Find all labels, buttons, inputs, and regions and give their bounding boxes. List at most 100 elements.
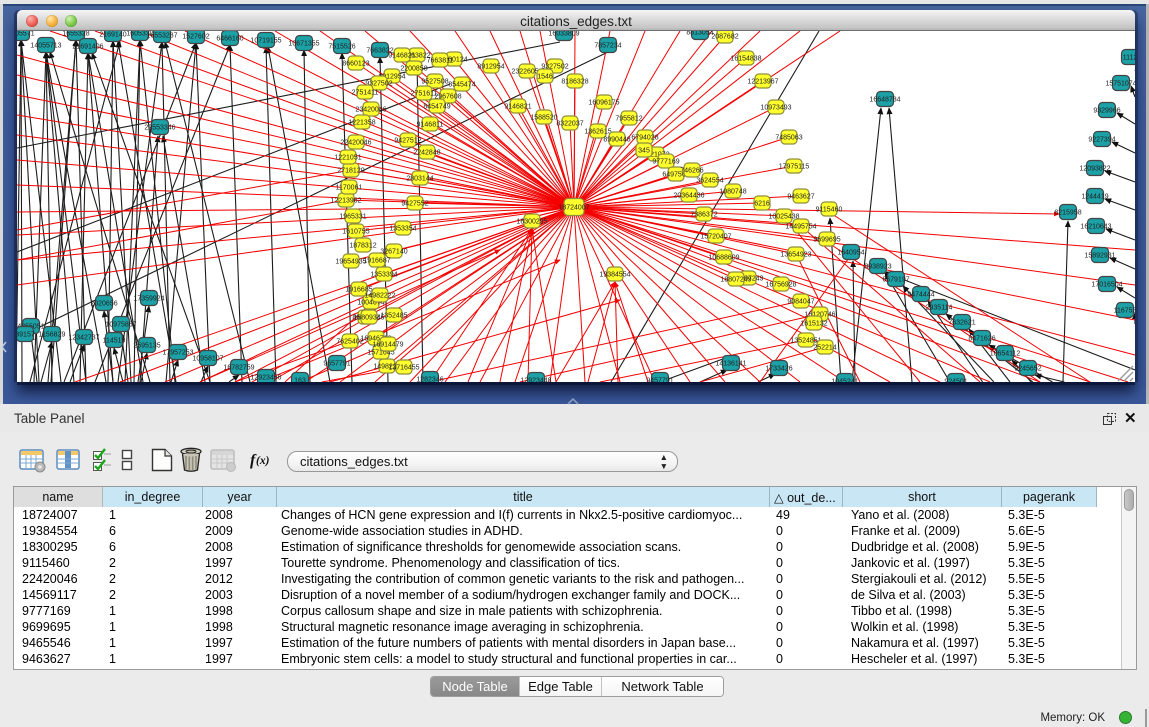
svg-text:1916687: 1916687 xyxy=(363,257,390,264)
svg-text:12342737: 12342737 xyxy=(68,334,99,341)
svg-text:29553346: 29553346 xyxy=(144,124,175,131)
svg-text:2169140: 2169140 xyxy=(99,31,126,38)
svg-text:39157: 39157 xyxy=(17,331,35,338)
svg-text:7632621: 7632621 xyxy=(948,319,975,326)
svg-text:1610755: 1610755 xyxy=(342,228,369,235)
svg-text:15751074: 15751074 xyxy=(1105,80,1135,87)
svg-text:15720407: 15720407 xyxy=(700,233,731,240)
svg-text:10688609: 10688609 xyxy=(708,254,739,261)
svg-text:2595135: 2595135 xyxy=(133,342,160,349)
svg-text:1640954: 1640954 xyxy=(837,249,864,256)
svg-text:345: 345 xyxy=(638,147,650,154)
svg-text:7663811: 7663811 xyxy=(427,57,454,64)
svg-text:2020656: 2020656 xyxy=(90,300,117,307)
svg-text:9146821: 9146821 xyxy=(504,103,531,110)
svg-text:2935114: 2935114 xyxy=(926,304,953,311)
svg-text:12923448: 12923448 xyxy=(520,377,551,382)
svg-text:1546: 1546 xyxy=(537,73,553,80)
svg-text:10975867: 10975867 xyxy=(105,321,136,328)
svg-text:8545474: 8545474 xyxy=(448,81,475,88)
svg-text:1282346: 1282346 xyxy=(416,376,443,382)
svg-text:15892931: 15892931 xyxy=(1084,252,1115,259)
svg-text:2718120: 2718120 xyxy=(337,167,364,174)
svg-text:9245652: 9245652 xyxy=(1014,365,1041,372)
svg-text:13654923: 13654923 xyxy=(780,251,811,258)
svg-text:16809345: 16809345 xyxy=(353,314,384,321)
svg-text:21691406: 21691406 xyxy=(72,43,103,50)
svg-text:2751611: 2751611 xyxy=(411,90,438,97)
svg-text:9146811: 9146811 xyxy=(417,121,444,128)
svg-text:8471626: 8471626 xyxy=(968,335,995,342)
svg-text:10958107: 10958107 xyxy=(192,355,223,362)
svg-text:18724007: 18724007 xyxy=(558,204,589,211)
svg-text:20364436: 20364436 xyxy=(673,192,704,199)
svg-text:16782759: 16782759 xyxy=(223,364,254,371)
svg-text:116753: 116753 xyxy=(1114,307,1135,314)
svg-text:9457791: 9457791 xyxy=(646,377,673,382)
svg-text:1112: 1112 xyxy=(1123,54,1135,61)
svg-text:14495754: 14495754 xyxy=(785,223,816,230)
svg-text:9146821: 9146821 xyxy=(388,52,415,59)
svg-text:1733426: 1733426 xyxy=(765,365,792,372)
svg-text:12213967: 12213967 xyxy=(747,78,778,85)
svg-text:12213962: 12213962 xyxy=(330,197,361,204)
svg-text:17359924: 17359924 xyxy=(133,295,164,302)
svg-text:16096175: 16096175 xyxy=(588,99,619,106)
svg-text:8215958: 8215958 xyxy=(1054,209,1081,216)
svg-text:1156829: 1156829 xyxy=(39,331,66,338)
svg-text:16914479: 16914479 xyxy=(372,341,403,348)
svg-text:17975115: 17975115 xyxy=(779,163,810,170)
svg-text:16756928: 16756928 xyxy=(765,281,796,288)
svg-text:7515526: 7515526 xyxy=(328,43,355,50)
svg-text:8990448: 8990448 xyxy=(603,136,630,143)
svg-text:9463627: 9463627 xyxy=(787,193,814,200)
svg-text:1221051: 1221051 xyxy=(334,154,361,161)
svg-text:13716455: 13716455 xyxy=(388,364,419,371)
svg-text:8454749: 8454749 xyxy=(423,103,450,110)
svg-text:17957253: 17957253 xyxy=(162,349,193,356)
svg-text:16154838: 16154838 xyxy=(730,55,761,62)
svg-text:17016504: 17016504 xyxy=(1091,281,1122,288)
svg-text:19654935: 19654935 xyxy=(335,258,366,265)
svg-text:9427512: 9427512 xyxy=(394,137,421,144)
svg-text:18807249: 18807249 xyxy=(720,276,751,283)
svg-text:8660123: 8660123 xyxy=(342,60,369,67)
svg-text:6466160: 6466160 xyxy=(216,35,243,42)
svg-text:1615132: 1615132 xyxy=(800,320,827,327)
svg-text:6679197: 6679197 xyxy=(882,276,909,283)
svg-text:16648784: 16648784 xyxy=(869,96,900,103)
svg-text:10654112: 10654112 xyxy=(990,350,1021,357)
svg-text:1362615: 1362615 xyxy=(584,128,611,135)
svg-text:12093822: 12093822 xyxy=(1079,165,1110,172)
svg-text:1405571: 1405571 xyxy=(17,31,35,37)
svg-text:1244419: 1244419 xyxy=(1081,193,1108,200)
svg-text:1527602: 1527602 xyxy=(182,33,209,40)
svg-text:1965331: 1965331 xyxy=(339,213,366,220)
svg-text:1588520: 1588520 xyxy=(530,114,557,121)
svg-text:14982222: 14982222 xyxy=(364,292,395,299)
svg-text:22420046: 22420046 xyxy=(340,139,371,146)
svg-text:7485063: 7485063 xyxy=(775,134,802,141)
svg-text:1353394: 1353394 xyxy=(370,271,397,278)
svg-text:18300295: 18300295 xyxy=(516,218,547,225)
svg-text:9227394: 9227394 xyxy=(1088,136,1115,143)
svg-text:1655328: 1655328 xyxy=(62,31,89,37)
svg-text:9427552: 9427552 xyxy=(401,200,428,207)
svg-text:2200858: 2200858 xyxy=(400,65,427,72)
svg-text:3624554: 3624554 xyxy=(696,177,723,184)
svg-text:2751411: 2751411 xyxy=(352,89,379,96)
svg-text:9699695: 9699695 xyxy=(813,236,840,243)
svg-text:2803144: 2803144 xyxy=(406,175,433,182)
svg-text:10973493: 10973493 xyxy=(760,104,791,111)
svg-text:9115460: 9115460 xyxy=(816,206,843,213)
svg-text:7955812: 7955812 xyxy=(615,115,642,122)
svg-text:9777169: 9777169 xyxy=(652,158,679,165)
svg-text:1080748: 1080748 xyxy=(719,188,746,195)
svg-text:14136141: 14136141 xyxy=(715,360,746,367)
svg-text:114519: 114519 xyxy=(103,337,126,344)
svg-text:1221358: 1221358 xyxy=(348,119,375,126)
svg-text:1878312: 1878312 xyxy=(349,242,376,249)
svg-text:252214: 252214 xyxy=(813,344,836,351)
svg-text:7625402: 7625402 xyxy=(336,338,363,345)
svg-text:7386372: 7386372 xyxy=(690,211,717,218)
